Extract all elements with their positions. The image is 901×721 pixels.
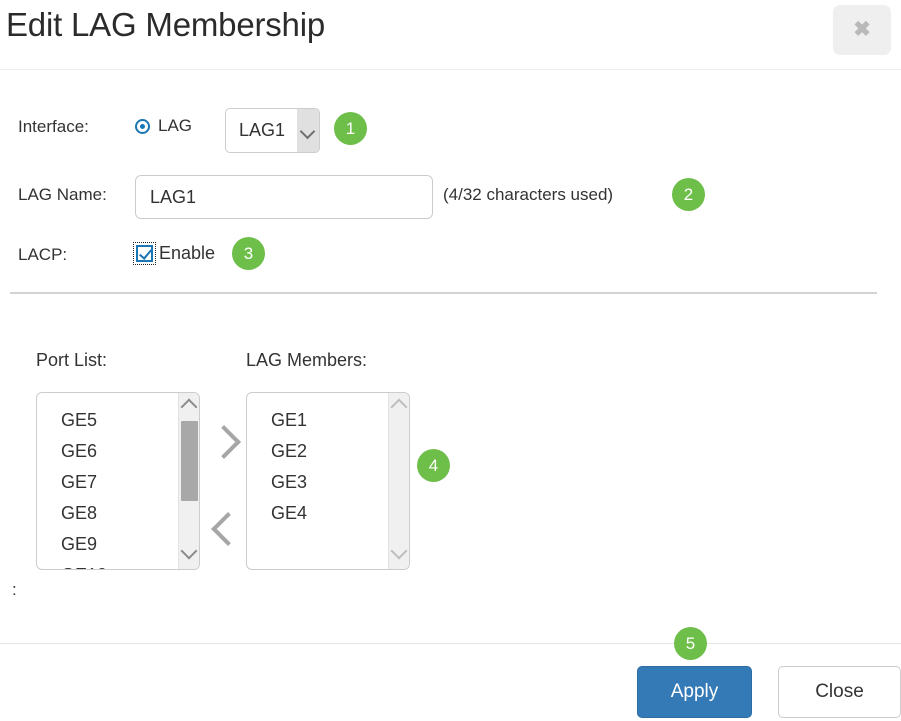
radio-lag[interactable] (135, 118, 150, 134)
lag-name-input[interactable] (135, 175, 433, 219)
step-badge-2: 2 (672, 178, 705, 211)
step-badge-4: 4 (417, 449, 450, 482)
lag-members-scrollbar[interactable] (388, 393, 409, 569)
dialog-header: Edit LAG Membership ✖ (0, 0, 901, 70)
list-item[interactable]: GE1 (271, 405, 307, 436)
port-list-items: GE5 GE6 GE7 GE8 GE9 GE10 (37, 393, 107, 569)
lag-select[interactable]: LAG1 (225, 108, 320, 153)
chevron-right-icon[interactable] (207, 425, 241, 459)
step-badge-3: 3 (232, 237, 265, 270)
list-item[interactable]: GE9 (61, 529, 107, 560)
list-item[interactable]: GE6 (61, 436, 107, 467)
lag-name-label: LAG Name: (18, 185, 107, 204)
radio-lag-label: LAG (158, 116, 193, 135)
list-item[interactable]: GE7 (61, 467, 107, 498)
list-item[interactable]: GE4 (271, 498, 307, 529)
section-divider (10, 292, 877, 294)
char-count-hint: (4/32 characters used) (443, 185, 614, 204)
list-item[interactable]: GE2 (271, 436, 307, 467)
list-item[interactable]: GE3 (271, 467, 307, 498)
step-badge-1: 1 (334, 112, 367, 145)
lag-members-items: GE1 GE2 GE3 GE4 (247, 393, 307, 529)
stray-colon-text: : (12, 580, 17, 599)
footer-divider (0, 643, 901, 644)
scroll-down-icon[interactable] (390, 542, 408, 560)
close-button[interactable]: ✖ (833, 5, 891, 55)
lacp-checkbox-focus-ring[interactable] (133, 242, 156, 265)
port-list-box[interactable]: GE5 GE6 GE7 GE8 GE9 GE10 (36, 392, 200, 570)
close-dialog-button[interactable]: Close (778, 666, 901, 718)
step-badge-5: 5 (674, 627, 707, 660)
list-item[interactable]: GE8 (61, 498, 107, 529)
lacp-label: LACP: (18, 245, 68, 264)
lag-members-box[interactable]: GE1 GE2 GE3 GE4 (246, 392, 410, 570)
apply-button[interactable]: Apply (637, 666, 752, 718)
scroll-up-icon[interactable] (390, 398, 408, 416)
port-list-label: Port List: (36, 350, 108, 370)
scroll-up-icon[interactable] (180, 398, 198, 416)
scroll-down-icon[interactable] (180, 542, 198, 560)
lacp-checkbox[interactable] (136, 245, 153, 262)
lacp-checkbox-label: Enable (159, 243, 216, 263)
scrollbar-thumb[interactable] (181, 421, 198, 501)
lag-select-value: LAG1 (238, 120, 286, 140)
lacp-enable-group[interactable]: Enable (133, 242, 215, 265)
interface-radio-group[interactable]: LAG (135, 116, 192, 136)
lag-members-label: LAG Members: (246, 350, 368, 370)
chevron-left-icon[interactable] (211, 512, 245, 546)
list-item[interactable]: GE10 (61, 560, 107, 569)
chevron-down-icon[interactable] (297, 109, 319, 152)
interface-label: Interface: (18, 117, 89, 136)
page-title: Edit LAG Membership (6, 6, 325, 43)
close-icon: ✖ (853, 18, 871, 41)
list-item[interactable]: GE5 (61, 405, 107, 436)
port-list-scrollbar[interactable] (178, 393, 199, 569)
chevron-down-glyph (299, 123, 316, 140)
